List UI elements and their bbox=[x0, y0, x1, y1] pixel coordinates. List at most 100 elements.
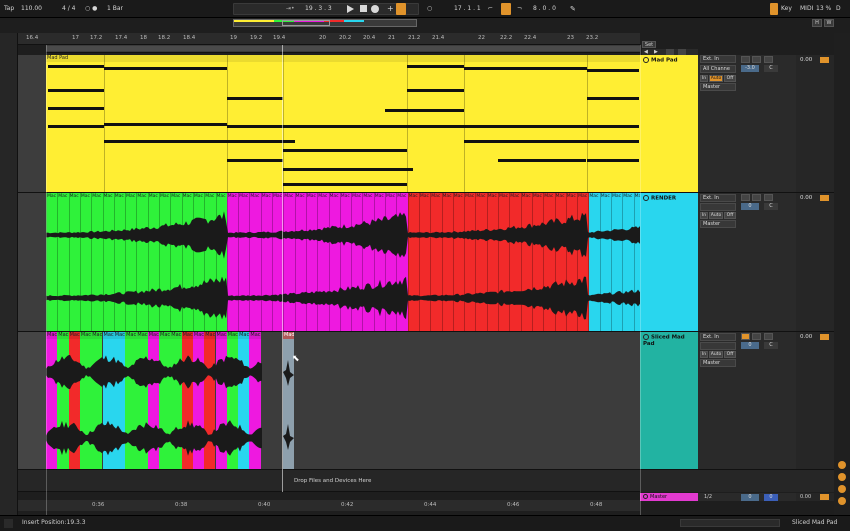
midi-note[interactable] bbox=[227, 140, 295, 143]
track-activator-icon[interactable] bbox=[643, 334, 649, 340]
monitor-auto-button[interactable]: Auto bbox=[709, 351, 723, 358]
midi-note[interactable] bbox=[407, 109, 464, 112]
output-select[interactable]: Master bbox=[700, 220, 736, 228]
monitor-in-button[interactable]: In bbox=[700, 212, 708, 219]
time-signature-field[interactable]: 4 / 4 bbox=[62, 3, 75, 15]
arrangement-overview[interactable] bbox=[233, 19, 417, 27]
master-menu-tag[interactable] bbox=[820, 494, 829, 500]
midi-note[interactable] bbox=[104, 123, 227, 126]
master-name[interactable]: Master bbox=[650, 494, 667, 500]
monitor-off-button[interactable]: Off bbox=[724, 212, 736, 219]
track-header-sliced-mad-pad[interactable]: Sliced Mad Pad bbox=[640, 332, 698, 470]
midi-note[interactable] bbox=[283, 168, 413, 171]
draw-mode-icon[interactable]: ✎ bbox=[570, 3, 576, 15]
track-activator-icon[interactable] bbox=[643, 494, 648, 499]
midi-clip[interactable]: Mad Pad bbox=[46, 55, 640, 192]
track-header-render[interactable]: RENDER bbox=[640, 193, 698, 332]
midi-note[interactable] bbox=[587, 140, 639, 143]
master-track-header[interactable]: Master bbox=[640, 493, 698, 501]
midi-note[interactable] bbox=[48, 125, 104, 128]
midi-note[interactable] bbox=[227, 159, 283, 162]
track-lane-sliced-mad-pad[interactable]: Mac Mac Mac Mac Mac Mac Mac Mac Mac Mac Mac Mac Mac M… bbox=[18, 332, 640, 470]
midi-note[interactable] bbox=[407, 125, 587, 128]
master-volume[interactable]: 0 bbox=[741, 494, 759, 501]
key-map-label[interactable]: Key bbox=[781, 3, 792, 15]
midi-note[interactable] bbox=[587, 97, 639, 100]
volume-field[interactable]: -3.0 bbox=[741, 65, 759, 72]
pan-field[interactable]: C bbox=[764, 65, 778, 72]
input-channel-select[interactable]: All Channe bbox=[700, 65, 736, 73]
zoom-out-icon[interactable] bbox=[838, 473, 846, 481]
track-number-button[interactable] bbox=[741, 194, 750, 201]
track-number-button[interactable] bbox=[741, 56, 750, 63]
midi-note[interactable] bbox=[227, 125, 407, 128]
status-expand-icon[interactable] bbox=[4, 519, 13, 528]
overdub-icon[interactable]: + bbox=[387, 3, 394, 15]
monitor-in-button[interactable]: In bbox=[700, 75, 708, 82]
input-type-select[interactable]: Ext. In bbox=[700, 194, 736, 202]
midi-note[interactable] bbox=[587, 69, 639, 72]
track-lane-render[interactable]: Mac Mac Mac Mac Mac Mac Mac Mac Mac Mac Mac Mac Mac M… bbox=[18, 193, 640, 332]
loop-length-field[interactable]: 8 . 0 . 0 bbox=[533, 3, 556, 15]
punch-icon[interactable]: ○ bbox=[427, 3, 432, 15]
pan-field[interactable]: C bbox=[764, 203, 778, 210]
tap-tempo-button[interactable]: Tap bbox=[4, 3, 14, 15]
midi-note[interactable] bbox=[464, 67, 587, 70]
master-send-value[interactable]: 0.00 bbox=[800, 494, 811, 500]
loop-brace-bar[interactable] bbox=[46, 45, 640, 53]
midi-note[interactable] bbox=[407, 65, 464, 68]
output-select[interactable]: Master bbox=[700, 359, 736, 367]
monitor-in-button[interactable]: In bbox=[700, 351, 708, 358]
midi-note[interactable] bbox=[48, 107, 104, 110]
midi-note[interactable] bbox=[464, 140, 587, 143]
track-menu-tag[interactable] bbox=[820, 334, 829, 340]
input-type-select[interactable]: Ext. In bbox=[700, 333, 736, 341]
midi-note[interactable] bbox=[385, 109, 407, 112]
midi-note[interactable] bbox=[587, 159, 639, 162]
overview-visible-region[interactable] bbox=[282, 20, 330, 26]
record-icon[interactable] bbox=[371, 5, 379, 13]
solo-button[interactable] bbox=[752, 333, 761, 340]
midi-note[interactable] bbox=[104, 140, 227, 143]
show-hide-w-button[interactable]: W bbox=[824, 19, 834, 27]
follow-icon[interactable]: ⇥• bbox=[286, 3, 295, 15]
drop-zone[interactable]: Drop Files and Devices Here bbox=[18, 470, 640, 492]
play-icon[interactable] bbox=[347, 5, 354, 13]
track-activator-icon[interactable] bbox=[643, 195, 649, 201]
automation-arm-icon[interactable] bbox=[396, 3, 406, 15]
pan-field[interactable]: C bbox=[764, 342, 778, 349]
track-name[interactable]: Mad Pad bbox=[651, 58, 678, 64]
scroll-up-icon[interactable] bbox=[838, 485, 846, 493]
volume-field[interactable]: 0 bbox=[741, 203, 759, 210]
tempo-field[interactable]: 110.00 bbox=[21, 3, 42, 15]
midi-map-label[interactable]: MIDI bbox=[800, 3, 813, 15]
master-pan[interactable]: 0 bbox=[764, 494, 778, 501]
loop-brace[interactable] bbox=[46, 46, 640, 51]
show-hide-h-button[interactable]: H bbox=[812, 19, 822, 27]
zoom-in-icon[interactable] bbox=[838, 461, 846, 469]
arm-button[interactable] bbox=[764, 333, 773, 340]
master-fraction[interactable]: 1/2 bbox=[704, 494, 712, 500]
midi-note[interactable] bbox=[498, 159, 586, 162]
volume-field[interactable]: 0 bbox=[741, 342, 759, 349]
track-activator-icon[interactable] bbox=[643, 57, 649, 63]
midi-note[interactable] bbox=[48, 89, 104, 92]
solo-button[interactable] bbox=[752, 56, 761, 63]
midi-note[interactable] bbox=[48, 65, 104, 68]
track-lane-mad-pad[interactable]: Mad Pad bbox=[18, 55, 640, 193]
arm-button[interactable] bbox=[764, 194, 773, 201]
midi-note[interactable] bbox=[407, 89, 464, 92]
scroll-down-icon[interactable] bbox=[838, 497, 846, 505]
punch-in-icon[interactable]: ⌐ bbox=[488, 3, 493, 15]
stop-icon[interactable] bbox=[360, 5, 367, 12]
loop-switch-icon[interactable] bbox=[501, 3, 511, 15]
arm-button[interactable] bbox=[764, 56, 773, 63]
track-menu-tag[interactable] bbox=[820, 57, 829, 63]
monitor-auto-button[interactable]: Auto bbox=[709, 212, 723, 219]
track-number-button[interactable] bbox=[741, 333, 750, 340]
track-name[interactable]: Sliced Mad Pad bbox=[643, 335, 685, 347]
monitor-off-button[interactable]: Off bbox=[724, 75, 736, 82]
track-menu-tag[interactable] bbox=[820, 195, 829, 201]
send-value[interactable]: 0.00 bbox=[800, 334, 812, 340]
midi-note[interactable] bbox=[283, 149, 407, 152]
